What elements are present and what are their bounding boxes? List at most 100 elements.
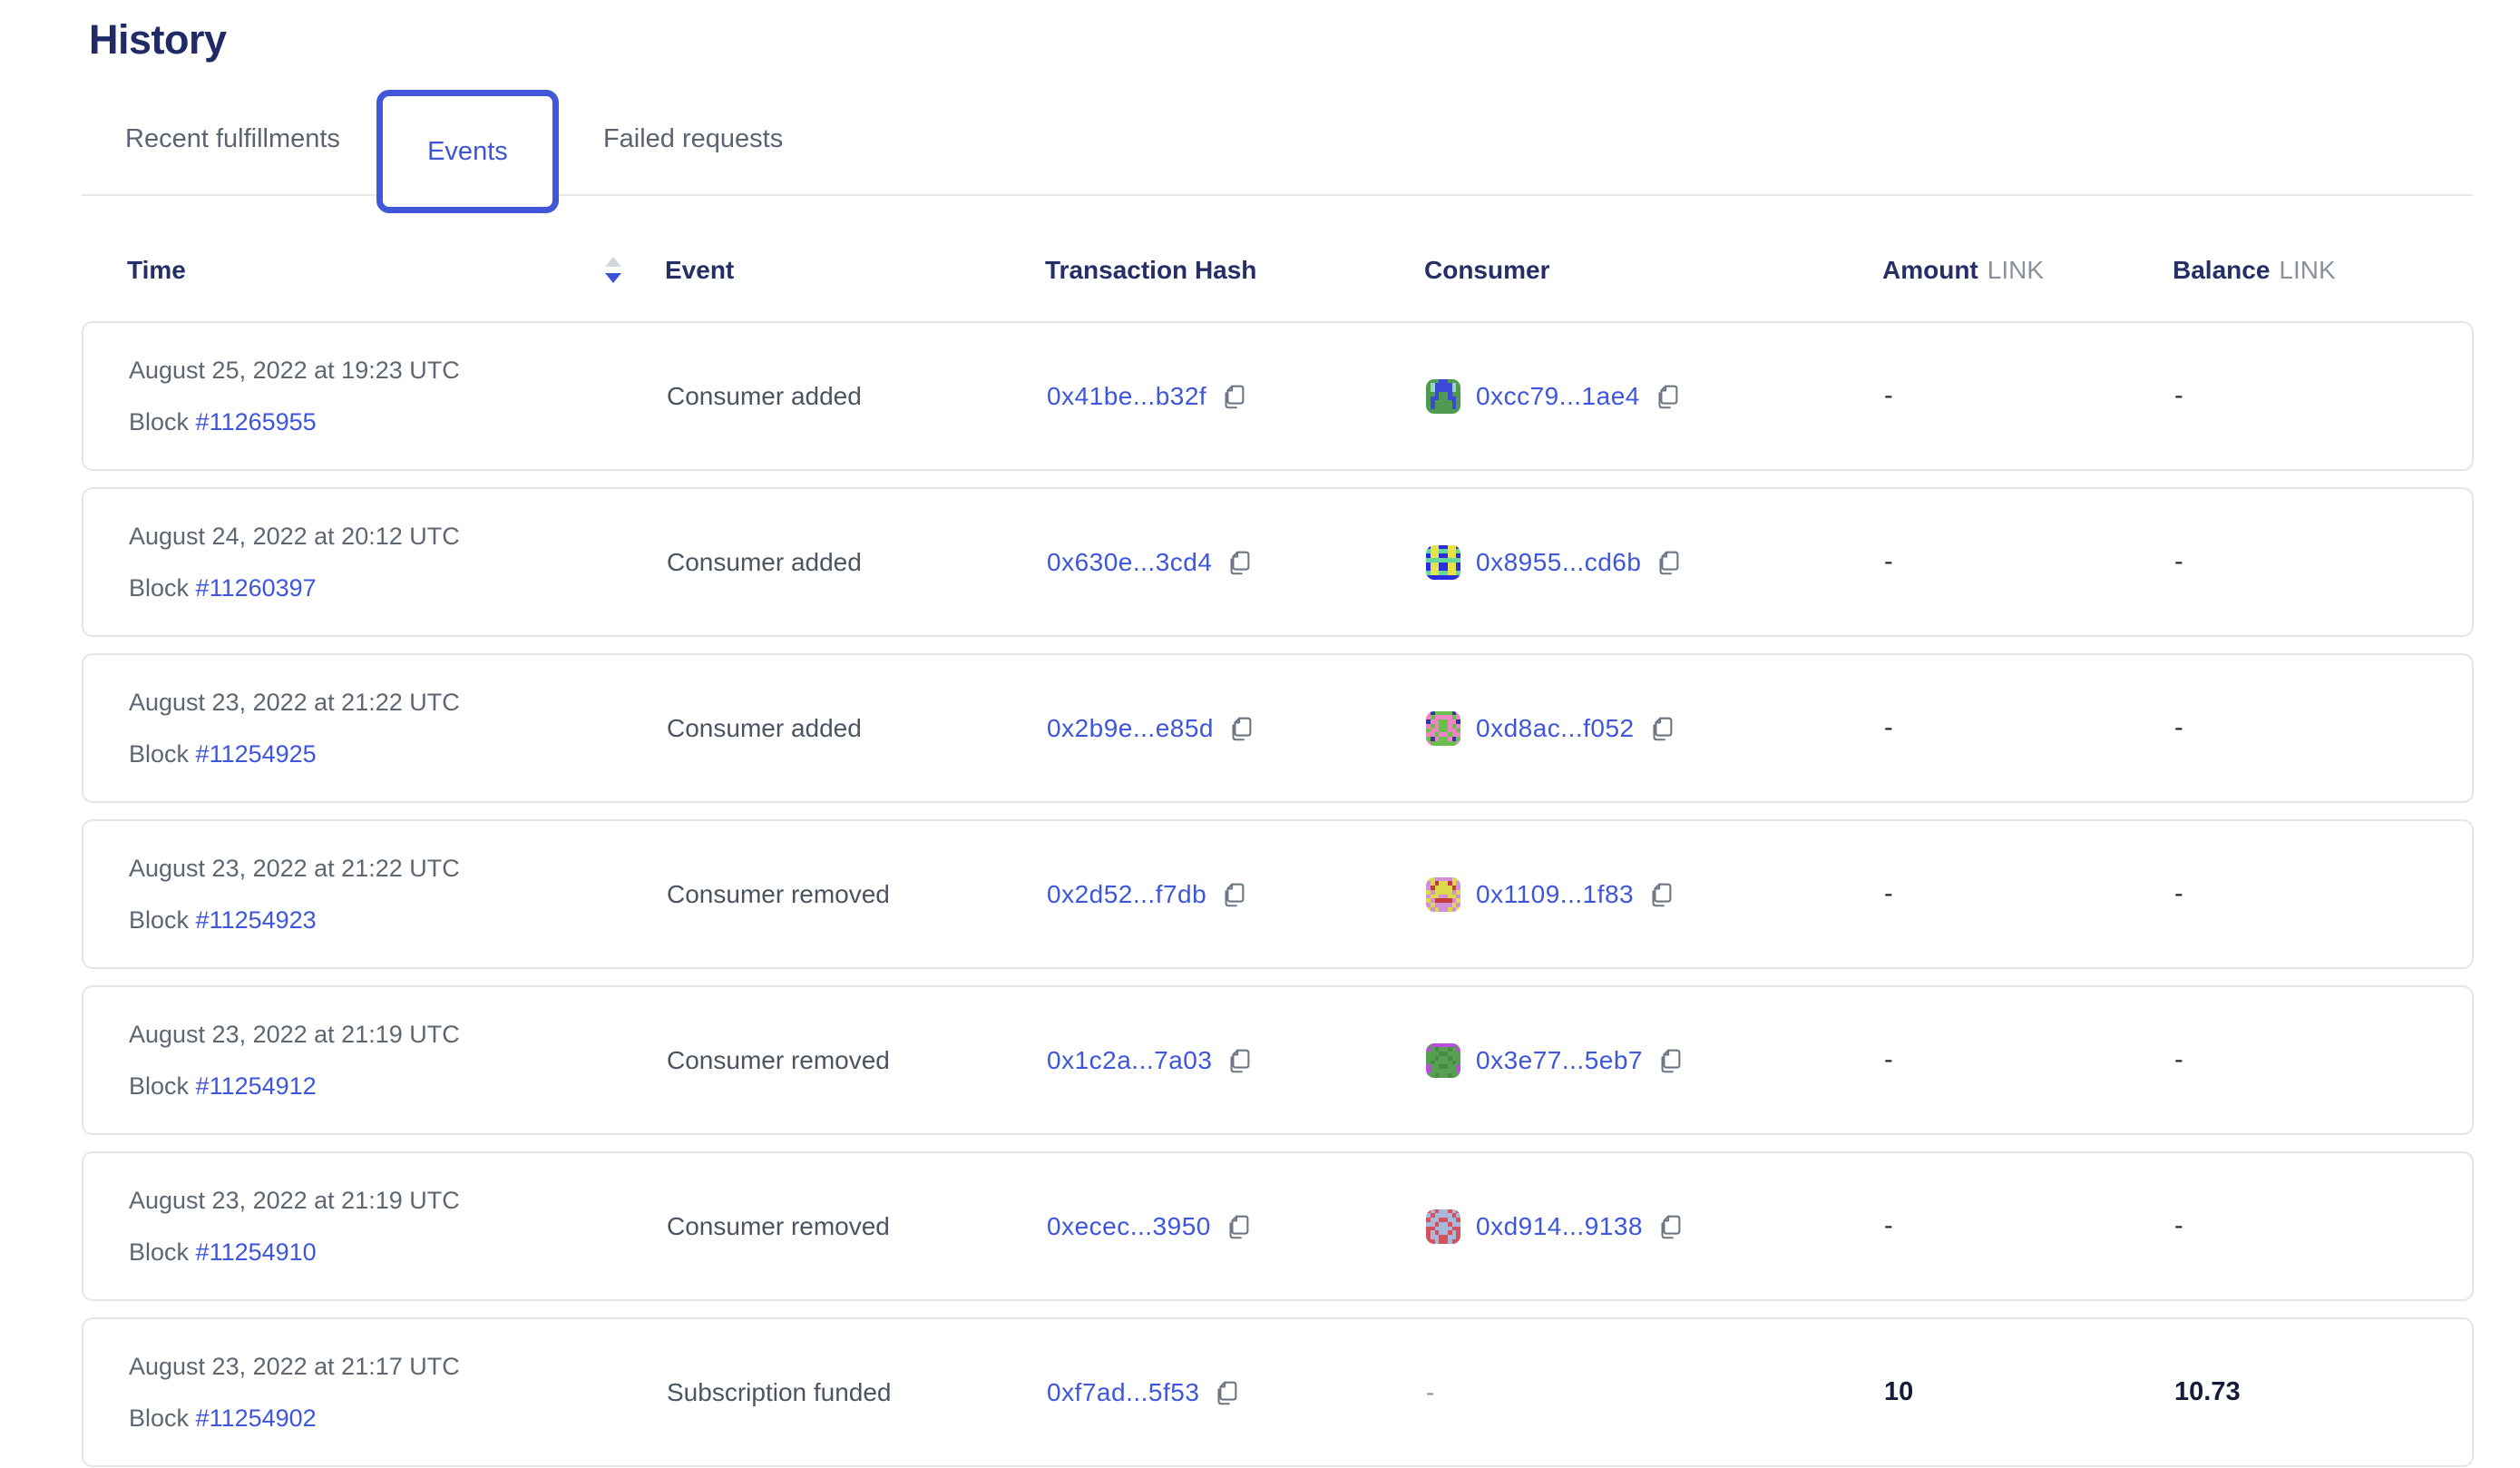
row-hash-cell: 0x41be...b32f <box>1047 382 1426 411</box>
transaction-hash-link[interactable]: 0xecec...3950 <box>1047 1212 1211 1241</box>
transaction-hash-link[interactable]: 0x2d52...f7db <box>1047 880 1206 909</box>
row-time-cell: August 25, 2022 at 19:23 UTC Block #1126… <box>129 357 667 436</box>
column-header-amount-label: Amount <box>1882 256 1978 284</box>
row-time-cell: August 23, 2022 at 21:22 UTC Block #1125… <box>129 855 667 935</box>
row-consumer-cell: - - <box>1426 1378 1884 1407</box>
row-hash-cell: 0x2d52...f7db <box>1047 880 1426 909</box>
transaction-hash-link[interactable]: 0x630e...3cd4 <box>1047 548 1212 577</box>
transaction-hash-link[interactable]: 0x2b9e...e85d <box>1047 714 1214 743</box>
consumer-address-link[interactable]: 0xd8ac...f052 <box>1476 714 1635 743</box>
copy-hash-icon[interactable] <box>1226 714 1255 743</box>
row-timestamp: August 23, 2022 at 21:22 UTC <box>129 689 667 717</box>
tab-recent-fulfillments[interactable]: Recent fulfillments <box>125 124 340 154</box>
row-consumer-cell: 0xd914...9138 - <box>1426 1209 1884 1244</box>
row-hash-cell: 0xf7ad...5f53 <box>1047 1378 1426 1407</box>
copy-hash-icon[interactable] <box>1219 880 1248 909</box>
row-block-line: Block #11254925 <box>129 740 667 768</box>
row-event-type: Consumer added <box>667 382 1047 411</box>
row-time-cell: August 23, 2022 at 21:22 UTC Block #1125… <box>129 689 667 768</box>
row-timestamp: August 23, 2022 at 21:22 UTC <box>129 855 667 883</box>
row-balance: - <box>2174 1045 2472 1075</box>
row-time-cell: August 23, 2022 at 21:19 UTC Block #1125… <box>129 1187 667 1267</box>
row-event-type: Consumer removed <box>667 1212 1047 1241</box>
row-amount: - <box>1884 1045 2174 1075</box>
block-number-link[interactable]: #11254923 <box>196 906 317 934</box>
copy-hash-icon[interactable] <box>1225 1046 1254 1075</box>
column-header-amount-unit: LINK <box>1988 256 2044 284</box>
block-label: Block <box>129 408 189 436</box>
row-consumer-cell: 0xcc79...1ae4 - <box>1426 379 1884 414</box>
block-label: Block <box>129 574 189 602</box>
tab-events[interactable]: Events <box>376 90 559 213</box>
copy-hash-icon[interactable] <box>1219 382 1248 411</box>
row-block-line: Block #11254912 <box>129 1072 667 1101</box>
row-timestamp: August 23, 2022 at 21:19 UTC <box>129 1187 667 1215</box>
table-header: Time Event Transaction Hash Consumer Amo… <box>82 236 2474 305</box>
column-header-balance-unit: LINK <box>2279 256 2335 284</box>
row-hash-cell: 0x2b9e...e85d <box>1047 714 1426 743</box>
row-block-line: Block #11265955 <box>129 408 667 436</box>
row-time-cell: August 23, 2022 at 21:19 UTC Block #1125… <box>129 1021 667 1101</box>
row-consumer-cell: 0x8955...cd6b - <box>1426 545 1884 580</box>
column-header-time: Time <box>127 255 665 286</box>
row-consumer-cell: 0x1109...1f83 - <box>1426 877 1884 912</box>
row-event-type: Consumer removed <box>667 1046 1047 1075</box>
copy-hash-icon[interactable] <box>1224 1212 1253 1241</box>
empty-consumer-dash: - <box>1426 1378 1434 1407</box>
row-balance: - <box>2174 1211 2472 1241</box>
consumer-address-link[interactable]: 0x8955...cd6b <box>1476 548 1641 577</box>
row-time-cell: August 24, 2022 at 20:12 UTC Block #1126… <box>129 523 667 602</box>
consumer-address-link[interactable]: 0xd914...9138 <box>1476 1212 1643 1241</box>
copy-address-icon[interactable] <box>1656 1212 1685 1241</box>
block-number-link[interactable]: #11254912 <box>196 1072 317 1100</box>
table-row: August 24, 2022 at 20:12 UTC Block #1126… <box>82 487 2474 637</box>
row-balance: 10.73 <box>2174 1377 2472 1407</box>
row-event-type: Consumer added <box>667 714 1047 743</box>
consumer-avatar <box>1426 545 1460 580</box>
row-consumer-cell: 0x3e77...5eb7 - <box>1426 1043 1884 1078</box>
column-header-transaction-hash: Transaction Hash <box>1045 256 1424 285</box>
copy-address-icon[interactable] <box>1653 382 1682 411</box>
table-row: August 23, 2022 at 21:22 UTC Block #1125… <box>82 819 2474 969</box>
table-row: August 25, 2022 at 19:23 UTC Block #1126… <box>82 321 2474 471</box>
row-amount: - <box>1884 1211 2174 1241</box>
tab-failed-requests[interactable]: Failed requests <box>603 124 783 154</box>
row-amount: - <box>1884 879 2174 909</box>
row-event-type: Consumer added <box>667 548 1047 577</box>
consumer-avatar <box>1426 711 1460 746</box>
column-header-event: Event <box>665 256 1045 285</box>
copy-hash-icon[interactable] <box>1225 548 1254 577</box>
copy-address-icon[interactable] <box>1647 714 1676 743</box>
table-row: August 23, 2022 at 21:17 UTC Block #1125… <box>82 1317 2474 1467</box>
block-number-link[interactable]: #11260397 <box>196 574 317 602</box>
transaction-hash-link[interactable]: 0xf7ad...5f53 <box>1047 1378 1199 1407</box>
block-label: Block <box>129 1404 189 1432</box>
row-timestamp: August 23, 2022 at 21:19 UTC <box>129 1021 667 1049</box>
copy-hash-icon[interactable] <box>1212 1378 1241 1407</box>
sort-descending-icon[interactable] <box>603 255 623 286</box>
block-number-link[interactable]: #11254910 <box>196 1238 317 1266</box>
row-amount: - <box>1884 547 2174 577</box>
block-number-link[interactable]: #11254902 <box>196 1404 317 1432</box>
transaction-hash-link[interactable]: 0x41be...b32f <box>1047 382 1206 411</box>
copy-address-icon[interactable] <box>1654 548 1683 577</box>
consumer-address-link[interactable]: 0x3e77...5eb7 <box>1476 1046 1643 1075</box>
row-balance: - <box>2174 879 2472 909</box>
copy-address-icon[interactable] <box>1646 880 1675 909</box>
row-amount: 10 <box>1884 1377 2174 1407</box>
row-block-line: Block #11254910 <box>129 1238 667 1267</box>
row-time-cell: August 23, 2022 at 21:17 UTC Block #1125… <box>129 1353 667 1433</box>
row-event-type: Consumer removed <box>667 880 1047 909</box>
row-block-line: Block #11254923 <box>129 906 667 935</box>
copy-address-icon[interactable] <box>1656 1046 1685 1075</box>
block-number-link[interactable]: #11254925 <box>196 740 317 768</box>
transaction-hash-link[interactable]: 0x1c2a...7a03 <box>1047 1046 1212 1075</box>
block-label: Block <box>129 1072 189 1100</box>
consumer-address-link[interactable]: 0xcc79...1ae4 <box>1476 382 1640 411</box>
row-timestamp: August 25, 2022 at 19:23 UTC <box>129 357 667 385</box>
consumer-address-link[interactable]: 0x1109...1f83 <box>1476 880 1634 909</box>
block-number-link[interactable]: #11265955 <box>196 408 317 436</box>
column-header-balance: BalanceLINK <box>2173 256 2474 285</box>
table-row: August 23, 2022 at 21:19 UTC Block #1125… <box>82 985 2474 1135</box>
page-title: History <box>89 16 2474 64</box>
